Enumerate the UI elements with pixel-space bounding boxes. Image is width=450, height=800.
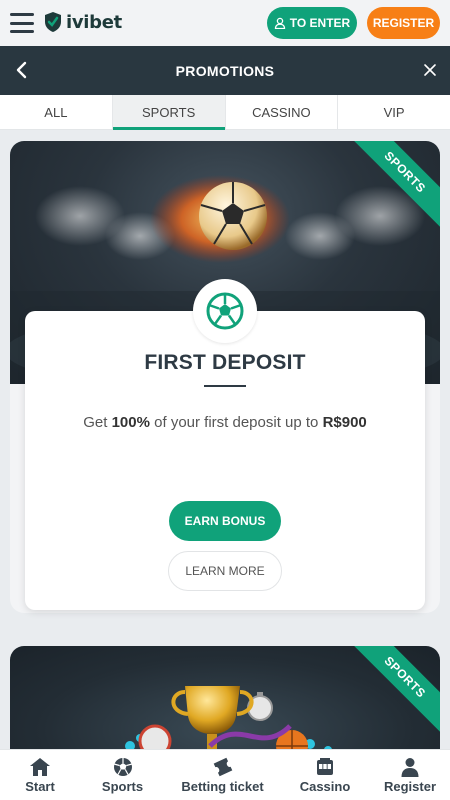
learn-more-button[interactable]: LEARN MORE (168, 551, 282, 591)
back-arrow-icon[interactable] (12, 60, 32, 80)
nav-sports[interactable]: Sports (80, 750, 165, 800)
tab-label: CASSINO (252, 104, 311, 120)
ticket-icon (213, 757, 232, 776)
earn-bonus-label: EARN BONUS (184, 514, 266, 528)
logo[interactable]: ivibet (43, 11, 122, 33)
nav-label: Register (383, 778, 437, 794)
brand-name: ivibet (66, 11, 122, 33)
desc-percent: 100% (111, 414, 150, 431)
promo-description: Get 100% of your first deposit up to R$9… (25, 414, 425, 431)
desc-text: Get (83, 414, 112, 431)
tab-label: ALL (44, 104, 68, 120)
tab-vip[interactable]: VIP (338, 95, 450, 129)
user-outline-icon (274, 17, 285, 29)
nav-label: Cassino (299, 778, 351, 794)
promo-title: FIRST DEPOSIT (144, 351, 306, 374)
tab-all[interactable]: ALL (0, 95, 113, 129)
desc-text: of your first deposit up to (149, 414, 323, 431)
login-button[interactable]: TO ENTER (267, 7, 357, 39)
home-icon (30, 757, 50, 776)
register-button-label: REGISTER (372, 16, 435, 30)
promotions-bar: PROMOTIONS (0, 46, 450, 95)
nav-label: Start (25, 778, 55, 794)
promo-card: FIRST DEPOSIT Get 100% of your first dep… (25, 311, 425, 610)
tab-label: VIP (383, 104, 405, 120)
nav-start[interactable]: Start (0, 750, 80, 800)
desc-amount: R$900 (322, 414, 367, 431)
earn-bonus-button[interactable]: EARN BONUS (169, 501, 281, 541)
nav-betting-ticket[interactable]: Betting ticket (165, 750, 280, 800)
slot-machine-icon (317, 757, 333, 775)
promo-category-tabs: ALL SPORTS CASSINO VIP (0, 95, 450, 130)
soccer-ball-icon (206, 292, 244, 330)
tab-label: SPORTS (142, 104, 196, 120)
learn-more-label: LEARN MORE (185, 564, 265, 578)
bottom-navigation: Start Sports Betting ticket Cassino Regi… (0, 749, 450, 800)
tab-sports[interactable]: SPORTS (112, 95, 226, 130)
nav-label: Sports (101, 778, 144, 794)
nav-register[interactable]: Register (370, 750, 450, 800)
top-header: ivibet TO ENTER REGISTER (0, 0, 450, 46)
tab-cassino[interactable]: CASSINO (226, 95, 339, 129)
user-icon (401, 757, 419, 777)
menu-icon[interactable] (10, 13, 34, 33)
shield-logo-icon (45, 12, 61, 32)
soccer-ball-icon (113, 757, 132, 776)
promo-badge (193, 279, 257, 343)
close-icon[interactable] (422, 62, 438, 78)
login-button-label: TO ENTER (289, 16, 351, 30)
page-title: PROMOTIONS (175, 62, 275, 79)
nav-cassino[interactable]: Cassino (280, 750, 370, 800)
nav-label: Betting ticket (181, 778, 264, 794)
title-divider (204, 385, 246, 387)
register-button[interactable]: REGISTER (367, 7, 440, 39)
